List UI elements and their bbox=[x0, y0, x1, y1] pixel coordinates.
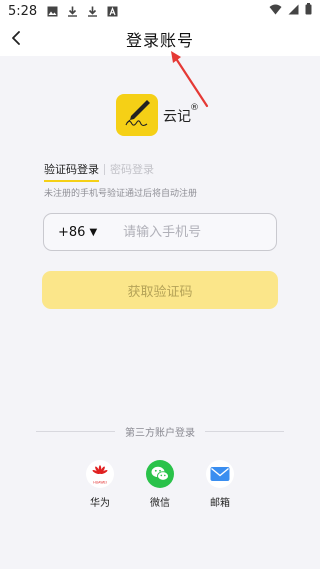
huawei-logo-text: HUAWEI bbox=[93, 481, 106, 485]
app-name: 云记 bbox=[163, 109, 191, 125]
huawei-login-button[interactable]: HUAWEI 华为 bbox=[75, 460, 125, 509]
third-party-title: 第三方账户登录 bbox=[125, 427, 195, 439]
status-time: 5:28 bbox=[8, 3, 38, 19]
tab-divider bbox=[104, 163, 105, 175]
email-login-button[interactable]: 邮箱 bbox=[195, 460, 245, 509]
wechat-login-button[interactable]: 微信 bbox=[135, 460, 185, 509]
wifi-icon bbox=[269, 4, 282, 19]
download-icon bbox=[67, 6, 78, 17]
registered-mark: ® bbox=[190, 103, 199, 113]
system-icons bbox=[269, 3, 312, 19]
app-logo bbox=[116, 94, 158, 136]
phone-input[interactable] bbox=[107, 214, 294, 250]
download-icon bbox=[87, 6, 98, 17]
wechat-icon bbox=[146, 460, 174, 488]
tab-sms-code-login[interactable]: 验证码登录 bbox=[44, 161, 99, 182]
pen-icon bbox=[120, 96, 154, 134]
third-party-divider: 第三方账户登录 bbox=[36, 422, 284, 440]
divider-line bbox=[36, 430, 115, 432]
auto-register-hint: 未注册的手机号验证通过后将自动注册 bbox=[44, 189, 198, 199]
image-icon bbox=[47, 6, 58, 17]
login-tabs: 验证码登录 密码登录 bbox=[44, 161, 154, 182]
back-button[interactable] bbox=[4, 27, 28, 51]
huawei-icon: HUAWEI bbox=[86, 460, 114, 488]
email-label: 邮箱 bbox=[210, 498, 230, 509]
chevron-left-icon bbox=[10, 30, 22, 49]
divider-line bbox=[205, 430, 284, 432]
wechat-label: 微信 bbox=[150, 498, 170, 509]
country-code-selector[interactable]: +86 ▼ bbox=[44, 214, 97, 250]
signal-icon bbox=[288, 4, 299, 19]
battery-icon bbox=[305, 3, 312, 19]
notification-icons bbox=[47, 6, 118, 17]
huawei-label: 华为 bbox=[90, 498, 110, 509]
phone-field: +86 ▼ bbox=[43, 213, 294, 251]
get-code-button[interactable]: 获取验证码 bbox=[42, 271, 278, 309]
mail-icon bbox=[206, 460, 234, 488]
status-bar: 5:28 bbox=[0, 0, 320, 22]
font-icon bbox=[107, 6, 118, 17]
caret-down-icon: ▼ bbox=[89, 226, 98, 238]
country-code-label: +86 bbox=[58, 224, 86, 240]
tab-password-login[interactable]: 密码登录 bbox=[110, 161, 154, 182]
